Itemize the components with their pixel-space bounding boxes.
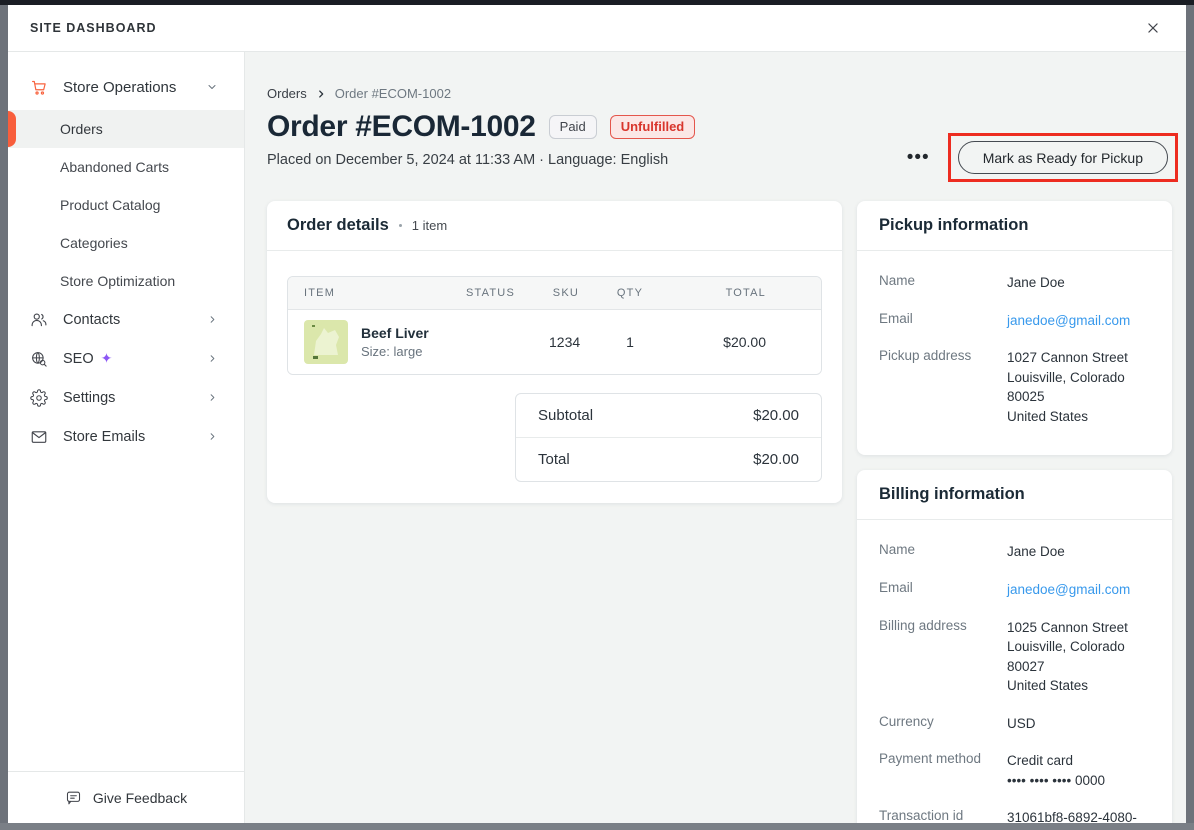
order-details-title: Order details xyxy=(287,216,389,235)
billing-information-title: Billing information xyxy=(879,485,1025,504)
ai-sparkle-icon: ✦ xyxy=(101,350,113,367)
billing-email-row: Email janedoe@gmail.com xyxy=(879,571,1150,609)
billing-address-row: Billing address 1025 Cannon Street Louis… xyxy=(879,609,1150,705)
email-link[interactable]: janedoe@gmail.com xyxy=(1007,311,1150,331)
sidebar-item-contacts[interactable]: Contacts xyxy=(8,300,244,339)
col-header-status: STATUS xyxy=(448,277,533,310)
sidebar: Store Operations Orders Abandoned Carts … xyxy=(8,52,245,823)
order-items-table: ITEM STATUS SKU QTY TOTAL xyxy=(287,276,822,375)
total-label: Total xyxy=(538,451,570,468)
main-content: Orders Order #ECOM-1002 Order #ECOM-1002… xyxy=(245,52,1186,823)
sidebar-item-abandoned-carts[interactable]: Abandoned Carts xyxy=(8,148,244,186)
sidebar-item-label: Abandoned Carts xyxy=(60,159,169,175)
subtotal-value: $20.00 xyxy=(753,407,799,424)
mark-ready-for-pickup-button[interactable]: Mark as Ready for Pickup xyxy=(958,141,1168,174)
close-icon xyxy=(1144,19,1162,37)
item-sku: 1234 xyxy=(533,310,595,375)
item-name: Beef Liver xyxy=(361,325,429,341)
pickup-address-row: Pickup address 1027 Cannon Street Louisv… xyxy=(879,339,1150,435)
item-count: 1 item xyxy=(412,218,447,233)
header-actions: ••• Mark as Ready for Pickup xyxy=(905,133,1178,182)
feedback-bubble-icon xyxy=(65,789,83,807)
breadcrumb-current: Order #ECOM-1002 xyxy=(335,86,451,101)
sidebar-item-store-emails[interactable]: Store Emails xyxy=(8,417,244,456)
sidebar-item-product-catalog[interactable]: Product Catalog xyxy=(8,186,244,224)
background-bottom-strip xyxy=(0,823,1194,830)
sidebar-item-settings[interactable]: Settings xyxy=(8,378,244,417)
col-header-qty: QTY xyxy=(595,277,665,310)
order-details-card: Order details 1 item ITEM xyxy=(267,201,842,503)
page-title: Order #ECOM-1002 xyxy=(267,110,536,144)
subtotal-row: Subtotal $20.00 xyxy=(516,394,821,437)
breadcrumb-chevron-icon xyxy=(316,89,326,99)
item-variant: Size: large xyxy=(361,344,429,359)
cart-icon xyxy=(30,78,48,96)
envelope-icon xyxy=(30,428,48,446)
item-status xyxy=(448,310,533,375)
order-totals-box: Subtotal $20.00 Total $20.00 xyxy=(515,393,822,482)
sidebar-item-label: Categories xyxy=(60,235,128,251)
close-button[interactable] xyxy=(1140,15,1166,41)
sidebar-group-label: Store Operations xyxy=(63,79,191,96)
sidebar-item-store-optimization[interactable]: Store Optimization xyxy=(8,262,244,300)
sidebar-item-label: SEO xyxy=(63,351,94,367)
unfulfilled-status-badge: Unfulfilled xyxy=(610,115,696,139)
seo-icon xyxy=(30,350,48,368)
total-value: $20.00 xyxy=(753,451,799,468)
sidebar-item-seo[interactable]: SEO ✦ xyxy=(8,339,244,378)
subtotal-label: Subtotal xyxy=(538,407,593,424)
annotation-highlight-box: Mark as Ready for Pickup xyxy=(948,133,1178,182)
desktop-background: SITE DASHBOARD Store Operations xyxy=(0,0,1194,830)
product-thumbnail xyxy=(304,320,348,364)
paid-status-badge: Paid xyxy=(549,115,597,139)
chevron-right-icon xyxy=(207,314,218,325)
email-link[interactable]: janedoe@gmail.com xyxy=(1007,580,1150,600)
breadcrumb-orders-link[interactable]: Orders xyxy=(267,86,307,101)
col-header-total: TOTAL xyxy=(665,277,821,310)
dashboard-topbar: SITE DASHBOARD xyxy=(8,5,1186,52)
billing-name-row: Name Jane Doe xyxy=(879,533,1150,571)
pickup-information-card: Pickup information Name Jane Doe Email j… xyxy=(857,201,1172,455)
sidebar-item-label: Orders xyxy=(60,121,103,137)
payment-method-row: Payment method Credit card •••• •••• •••… xyxy=(879,742,1150,799)
transaction-id-row: Transaction id 31061bf8-6892-4080-a199-8… xyxy=(879,799,1150,823)
sidebar-item-label: Store Optimization xyxy=(60,273,175,289)
site-dashboard-modal: SITE DASHBOARD Store Operations xyxy=(8,5,1186,823)
col-header-item: ITEM xyxy=(288,277,448,310)
dashboard-title: SITE DASHBOARD xyxy=(30,21,157,35)
sidebar-item-label: Store Emails xyxy=(63,429,145,445)
item-qty: 1 xyxy=(595,310,665,375)
pickup-name-row: Name Jane Doe xyxy=(879,264,1150,302)
sidebar-item-label: Settings xyxy=(63,390,115,406)
currency-row: Currency USD xyxy=(879,705,1150,743)
contacts-icon xyxy=(30,311,48,329)
more-actions-button[interactable]: ••• xyxy=(905,144,932,171)
table-row: Beef Liver Size: large 1234 1 xyxy=(288,310,821,375)
sidebar-item-categories[interactable]: Categories xyxy=(8,224,244,262)
give-feedback-label: Give Feedback xyxy=(93,790,187,806)
chevron-right-icon xyxy=(207,392,218,403)
billing-information-card: Billing information Name Jane Doe Email … xyxy=(857,470,1172,823)
pickup-information-title: Pickup information xyxy=(879,216,1028,235)
gear-icon xyxy=(30,389,48,407)
sidebar-item-label: Contacts xyxy=(63,312,120,328)
chevron-right-icon xyxy=(207,353,218,364)
sidebar-group-store-operations[interactable]: Store Operations xyxy=(8,64,244,110)
chevron-right-icon xyxy=(207,431,218,442)
total-row: Total $20.00 xyxy=(516,437,821,481)
chevron-down-icon xyxy=(206,81,218,93)
col-header-sku: SKU xyxy=(533,277,595,310)
active-indicator xyxy=(8,111,16,147)
breadcrumb: Orders Order #ECOM-1002 xyxy=(267,86,1172,101)
pickup-email-row: Email janedoe@gmail.com xyxy=(879,302,1150,340)
sidebar-item-orders[interactable]: Orders xyxy=(8,110,244,148)
dot-separator xyxy=(399,224,402,227)
item-total: $20.00 xyxy=(665,310,821,375)
give-feedback-button[interactable]: Give Feedback xyxy=(8,771,244,823)
sidebar-item-label: Product Catalog xyxy=(60,197,160,213)
